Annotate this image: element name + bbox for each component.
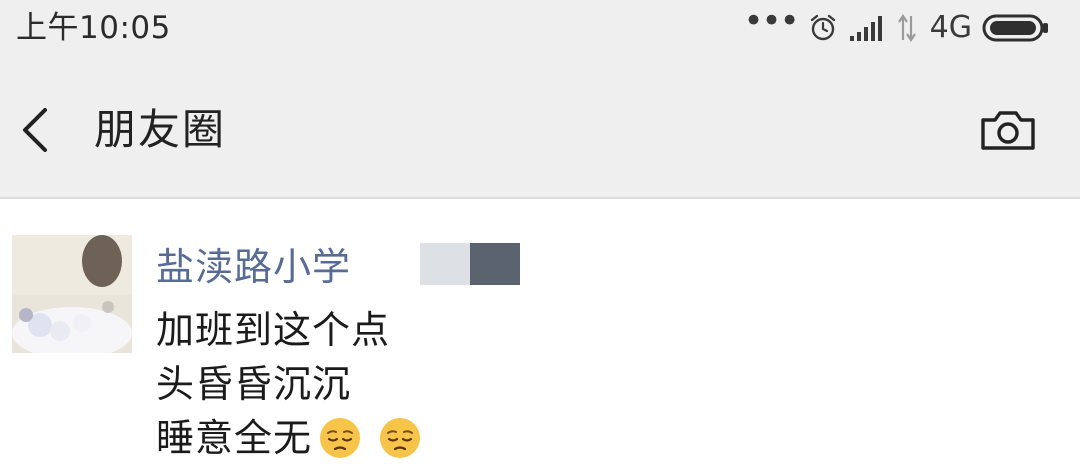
camera-button[interactable]: [978, 106, 1038, 154]
camera-icon: [981, 111, 1035, 150]
chevron-left-icon: [23, 108, 47, 152]
data-arrows-icon: [897, 14, 916, 42]
post-line-text: 睡意全无: [156, 416, 313, 460]
avatar[interactable]: [12, 235, 132, 353]
post-content: 加班到这个点 头昏昏沉沉 睡意全无: [156, 303, 422, 465]
pensive-face-emoji: [380, 418, 421, 458]
post-line: 头昏昏沉沉: [156, 362, 352, 406]
more-dots-icon: •••: [743, 1, 799, 41]
avatar-photo: [12, 235, 132, 353]
status-time: 上午10:05: [16, 10, 171, 46]
network-label: 4G: [929, 10, 972, 45]
pensive-face-emoji: [320, 418, 361, 458]
back-button[interactable]: [14, 102, 54, 158]
alarm-icon: [810, 14, 835, 41]
title-bar: 朋友圈: [0, 60, 1080, 199]
signal-icon: [849, 16, 882, 41]
status-bar: 上午10:05 ••• 4G: [0, 0, 1080, 60]
battery-icon: [982, 14, 1048, 42]
moments-post: 盐渎路小学 加班到这个点 头昏昏沉沉 睡意全无: [0, 199, 1080, 465]
page-title: 朋友圈: [94, 105, 227, 154]
post-author[interactable]: 盐渎路小学: [156, 243, 351, 291]
post-line-with-emoji: 睡意全无: [156, 411, 422, 465]
post-line: 加班到这个点: [156, 308, 391, 352]
status-icons: ••• 4G: [743, 1, 1050, 46]
blurred-name-suffix: [420, 243, 520, 285]
